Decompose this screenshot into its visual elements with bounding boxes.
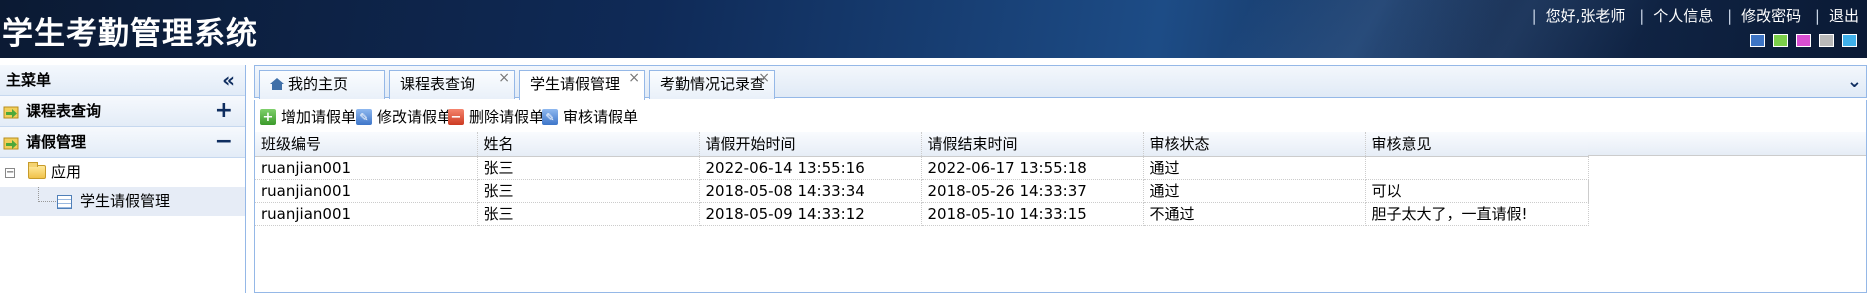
- table-cell: 2018-05-26 14:33:37: [921, 179, 1144, 203]
- table-row[interactable]: ruanjian001 张三 2022-06-14 13:55:16 2022-…: [255, 156, 1589, 180]
- table-cell: 不通过: [1143, 202, 1366, 226]
- column-header[interactable]: 请假开始时间: [699, 132, 922, 157]
- column-header[interactable]: 审核状态: [1143, 132, 1366, 157]
- table-cell: 可以: [1365, 179, 1589, 203]
- tree-item-label: 学生请假管理: [80, 192, 171, 210]
- table-cell: 胆子太大了，一直请假!: [1365, 202, 1589, 226]
- table-cell: 张三: [477, 179, 700, 203]
- column-header[interactable]: 审核意见: [1365, 132, 1589, 157]
- table-icon: [57, 195, 72, 209]
- folder-icon: [28, 162, 46, 179]
- button-label: 删除请假单: [469, 108, 545, 126]
- app-header: 学生考勤管理系统 | 您好,张老师 | 个人信息 | 修改密码 | 退出: [0, 0, 1867, 58]
- table-cell: 2022-06-17 13:55:18: [921, 156, 1144, 180]
- tab-label: 考勤情况记录查: [660, 75, 766, 93]
- close-icon[interactable]: ×: [628, 65, 640, 92]
- delete-icon: [448, 108, 464, 128]
- sidebar-section-leave[interactable]: 请假管理 −: [0, 127, 245, 158]
- table-row[interactable]: ruanjian001 张三 2018-05-09 14:33:12 2018-…: [255, 202, 1589, 226]
- home-icon: [270, 78, 284, 90]
- add-icon: [260, 108, 276, 128]
- theme-swatch-blue[interactable]: [1750, 34, 1765, 47]
- theme-switcher: [1750, 34, 1857, 47]
- tab-schedule[interactable]: 课程表查询 ×: [389, 70, 515, 99]
- collapse-icon[interactable]: −: [215, 127, 233, 157]
- theme-swatch-cyan[interactable]: [1842, 34, 1857, 47]
- edit-leave-button[interactable]: 修改请假单: [353, 107, 453, 128]
- table-cell: 2022-06-14 13:55:16: [699, 156, 922, 180]
- button-label: 审核请假单: [563, 108, 639, 126]
- column-header[interactable]: 请假结束时间: [921, 132, 1144, 157]
- top-links: | 您好,张老师 | 个人信息 | 修改密码 | 退出: [1531, 7, 1859, 25]
- close-icon[interactable]: ×: [498, 65, 510, 92]
- add-leave-button[interactable]: 增加请假单: [257, 107, 357, 128]
- tree-item-leave-management[interactable]: 学生请假管理: [0, 187, 245, 216]
- table-header-row: 班级编号 姓名 请假开始时间 请假结束时间 审核状态 审核意见: [255, 132, 1589, 157]
- table-cell: 通过: [1143, 156, 1366, 180]
- theme-swatch-gray[interactable]: [1819, 34, 1834, 47]
- table-cell: 2018-05-08 14:33:34: [699, 179, 922, 203]
- table-cell: ruanjian001: [255, 202, 478, 226]
- table-cell: [1365, 156, 1589, 180]
- tab-attendance-records[interactable]: 考勤情况记录查 ×: [649, 70, 775, 99]
- table-cell: 通过: [1143, 179, 1366, 203]
- logout-link[interactable]: 退出: [1829, 7, 1859, 25]
- expand-icon[interactable]: +: [215, 96, 233, 126]
- tab-home[interactable]: 我的主页: [259, 70, 385, 99]
- table-cell: 2018-05-09 14:33:12: [699, 202, 922, 226]
- column-header[interactable]: 姓名: [477, 132, 700, 157]
- tree-connector: [38, 201, 56, 202]
- close-icon[interactable]: ×: [758, 65, 770, 92]
- button-label: 修改请假单: [377, 108, 453, 126]
- app-title: 学生考勤管理系统: [2, 16, 258, 52]
- theme-swatch-pink[interactable]: [1796, 34, 1811, 47]
- edit-icon: [356, 108, 372, 128]
- sidebar-section-label: 课程表查询: [26, 102, 102, 120]
- column-divider: [1588, 156, 1589, 226]
- arrow-folder-icon: [3, 137, 19, 150]
- sidebar-header: 主菜单 «: [0, 65, 245, 96]
- sidebar-title: 主菜单: [6, 71, 52, 89]
- tab-label: 学生请假管理: [530, 75, 621, 93]
- sidebar-section-schedule[interactable]: 课程表查询 +: [0, 96, 245, 127]
- double-chevron-left-icon[interactable]: «: [222, 65, 235, 95]
- theme-swatch-green[interactable]: [1773, 34, 1788, 47]
- tree-collapse-icon[interactable]: −: [5, 168, 15, 178]
- header-filler: [1588, 132, 1866, 156]
- table-row[interactable]: ruanjian001 张三 2018-05-08 14:33:34 2018-…: [255, 179, 1589, 203]
- sidebar: 主菜单 « 课程表查询 + 请假管理 − − 应用 学生请假管理: [0, 65, 246, 293]
- tab-leave-management[interactable]: 学生请假管理 ×: [519, 70, 645, 100]
- greeting-link[interactable]: 您好,张老师: [1546, 7, 1626, 25]
- tab-label: 课程表查询: [400, 75, 476, 93]
- toolbar: 增加请假单 修改请假单 删除请假单 审核请假单: [254, 100, 1867, 132]
- tab-bar: 我的主页 课程表查询 × 学生请假管理 × 考勤情况记录查 × ⌄: [254, 65, 1867, 100]
- change-password-link[interactable]: 修改密码: [1741, 7, 1801, 25]
- button-label: 增加请假单: [281, 108, 357, 126]
- table-cell: ruanjian001: [255, 156, 478, 180]
- column-header[interactable]: 班级编号: [255, 132, 478, 157]
- tab-menu-chevron-icon[interactable]: ⌄: [1847, 71, 1862, 92]
- audit-icon: [542, 108, 558, 128]
- table-cell: 2018-05-10 14:33:15: [921, 202, 1144, 226]
- profile-link[interactable]: 个人信息: [1653, 7, 1713, 25]
- tree-folder-label: 应用: [51, 163, 82, 181]
- tree-folder-apps[interactable]: − 应用: [0, 158, 245, 187]
- leave-table: 班级编号 姓名 请假开始时间 请假结束时间 审核状态 审核意见 ruanjian…: [254, 132, 1867, 293]
- main-panel: 我的主页 课程表查询 × 学生请假管理 × 考勤情况记录查 × ⌄ 增加请假单 …: [254, 65, 1867, 293]
- audit-leave-button[interactable]: 审核请假单: [539, 107, 639, 128]
- table-cell: 张三: [477, 156, 700, 180]
- tab-label: 我的主页: [288, 75, 349, 93]
- table-cell: 张三: [477, 202, 700, 226]
- sidebar-section-label: 请假管理: [26, 133, 87, 151]
- delete-leave-button[interactable]: 删除请假单: [445, 107, 545, 128]
- arrow-folder-icon: [3, 106, 19, 119]
- table-cell: ruanjian001: [255, 179, 478, 203]
- tree-connector: [38, 187, 39, 202]
